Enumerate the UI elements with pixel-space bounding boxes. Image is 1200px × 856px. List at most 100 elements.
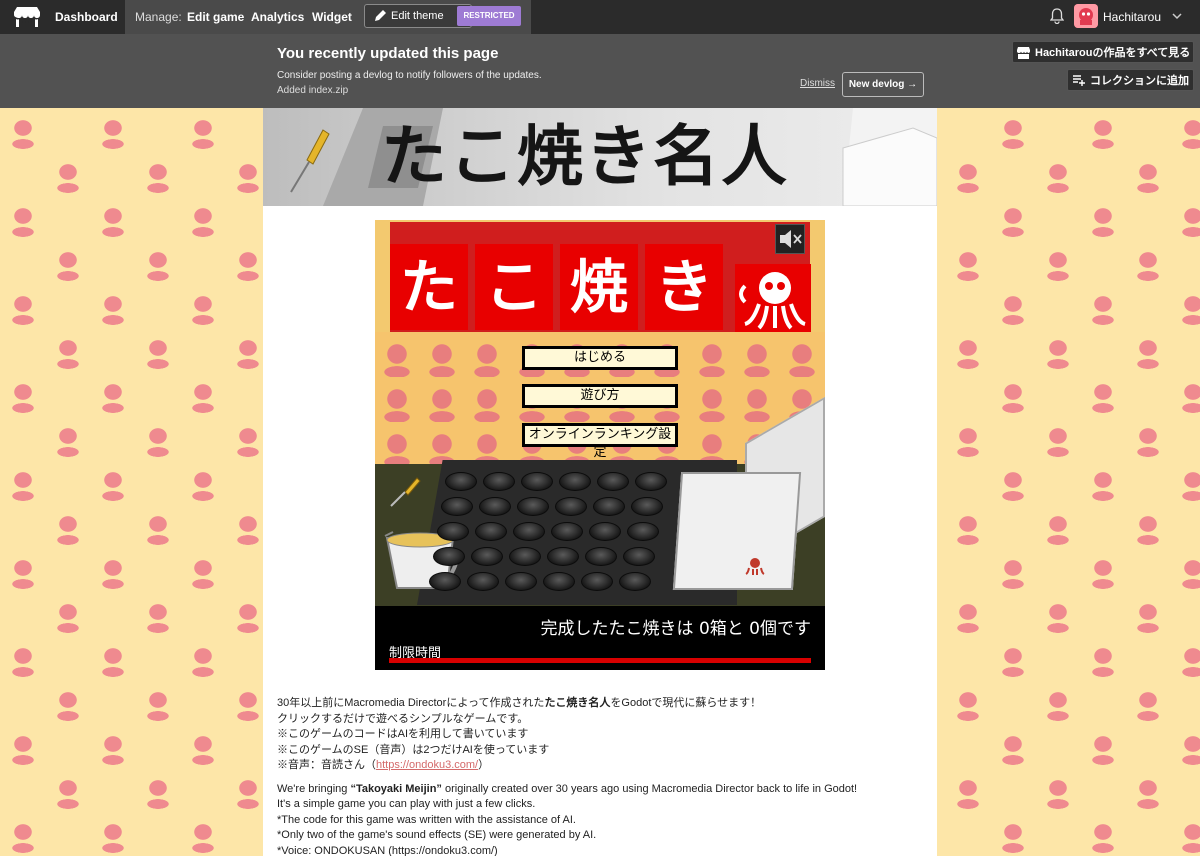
avatar[interactable] <box>1074 4 1098 28</box>
griddle-hole[interactable] <box>437 522 469 541</box>
griddle-hole[interactable] <box>623 547 655 566</box>
itchio-logo-icon[interactable] <box>14 7 40 27</box>
griddle-hole[interactable] <box>517 497 549 516</box>
griddle-hole[interactable] <box>551 522 583 541</box>
banner-title: たこ焼き名人 <box>381 117 789 195</box>
game-canvas[interactable]: た こ 焼 き はじめる 遊び方 オンラインランキング設定 完成したたこ焼きは … <box>375 220 825 670</box>
jp-line-2: クリックするだけで遊べるシンプルなゲームです。 <box>277 712 529 725</box>
griddle-hole[interactable] <box>589 522 621 541</box>
view-all-works-label: Hachitarouの作品をすべて見る <box>1035 47 1191 59</box>
jp-line-1-post: をGodotで現代に蘇らせます！ <box>610 697 762 709</box>
jp-game-title: たこ焼き名人 <box>544 697 611 709</box>
title-char-2: こ <box>475 244 553 330</box>
online-ranking-button[interactable]: オンラインランキング設定 <box>522 423 678 460</box>
dismiss-link[interactable]: Dismiss <box>800 78 835 89</box>
game-page-column: たこ焼き名人 た こ 焼 き はじめる 遊び方 オンラインランキング設定 完成し… <box>263 108 937 856</box>
itchio-logo-icon <box>1017 47 1030 59</box>
dashboard-link[interactable]: Dashboard <box>55 10 118 24</box>
restricted-badge: RESTRICTED <box>457 6 521 26</box>
bell-icon[interactable] <box>1050 8 1064 24</box>
griddle-hole[interactable] <box>547 547 579 566</box>
manage-label: Manage: <box>135 10 182 24</box>
griddle-hole[interactable] <box>619 572 651 591</box>
en-line-4: *Only two of the game's sound effects (S… <box>277 829 597 841</box>
edit-game-link[interactable]: Edit game <box>187 10 244 24</box>
edit-theme-label: Edit theme <box>391 10 444 22</box>
title-char-3: 焼 <box>560 244 638 330</box>
game-description: 30年以上前にMacromedia Directorによって作成されたたこ焼き名… <box>277 696 917 856</box>
view-all-works-button[interactable]: Hachitarouの作品をすべて見る <box>1012 41 1194 63</box>
chevron-down-icon[interactable] <box>1172 11 1182 21</box>
griddle-hole[interactable] <box>597 472 629 491</box>
widget-link[interactable]: Widget <box>312 10 352 24</box>
griddle-hole[interactable] <box>505 572 537 591</box>
griddle-hole[interactable] <box>433 547 465 566</box>
en-line-1-post: originally created over 30 years ago usi… <box>441 782 858 795</box>
griddle-hole[interactable] <box>483 472 515 491</box>
mute-button[interactable] <box>775 224 805 254</box>
jp-line-5-pre: ※音声：音読さん（ <box>277 759 376 771</box>
griddle-hole[interactable] <box>521 472 553 491</box>
notice-added-file: Added index.zip <box>277 85 349 96</box>
how-to-play-button[interactable]: 遊び方 <box>522 384 678 408</box>
pencil-icon <box>375 10 386 21</box>
edit-theme-button[interactable]: Edit theme <box>364 4 472 28</box>
griddle-hole[interactable] <box>479 497 511 516</box>
title-char-4: き <box>645 244 723 330</box>
description-japanese: 30年以上前にMacromedia Directorによって作成されたたこ焼き名… <box>277 696 917 774</box>
griddle-hole[interactable] <box>555 497 587 516</box>
takoyaki-box[interactable] <box>672 472 802 590</box>
griddle-hole[interactable] <box>627 522 659 541</box>
griddle-hole[interactable] <box>593 497 625 516</box>
en-line-2: It's a simple game you can play with jus… <box>277 798 536 810</box>
griddle-hole[interactable] <box>581 572 613 591</box>
game-status-panel: 完成したたこ焼きは 0箱と 0個です 制限時間 <box>375 606 825 670</box>
analytics-link[interactable]: Analytics <box>251 10 304 24</box>
start-button[interactable]: はじめる <box>522 346 678 370</box>
playlist-add-icon <box>1073 75 1085 86</box>
griddle-hole[interactable] <box>509 547 541 566</box>
jp-line-4: ※このゲームのSE（音声）は2つだけAIを使っています <box>277 743 550 756</box>
banner-box-shape <box>842 108 937 206</box>
en-line-1: We're bringing “Takoyaki Meijin” origina… <box>277 782 917 798</box>
ondoku-link[interactable]: https://ondoku3.com/ <box>376 759 478 771</box>
add-to-collection-button[interactable]: コレクションに追加 <box>1067 69 1194 91</box>
jp-line-1-pre: 30年以上前にMacromedia Directorによって作成された <box>277 697 545 709</box>
jp-line-1: 30年以上前にMacromedia Directorによって作成されたたこ焼き名… <box>277 696 917 712</box>
griddle-hole[interactable] <box>475 522 507 541</box>
griddle-hole[interactable] <box>441 497 473 516</box>
jp-line-5: ※音声：音読さん（https://ondoku3.com/） <box>277 758 917 774</box>
en-line-1-pre: We're bringing <box>277 782 351 795</box>
griddle-hole[interactable] <box>467 572 499 591</box>
griddle-hole[interactable] <box>631 497 663 516</box>
griddle-hole[interactable] <box>471 547 503 566</box>
griddle-hole[interactable] <box>635 472 667 491</box>
manage-group: Manage: Edit game Analytics Widget Edit … <box>125 0 531 34</box>
en-game-title: “Takoyaki Meijin” <box>350 782 442 795</box>
griddle-hole[interactable] <box>585 547 617 566</box>
octopus-mascot-icon <box>735 264 811 332</box>
griddle-hole[interactable] <box>513 522 545 541</box>
new-devlog-button[interactable]: New devlog → <box>842 72 924 97</box>
octopus-avatar-icon <box>1074 4 1098 28</box>
griddle-hole[interactable] <box>543 572 575 591</box>
en-line-3: *The code for this game was written with… <box>277 813 576 826</box>
griddle-hole[interactable] <box>559 472 591 491</box>
username[interactable]: Hachitarou <box>1103 10 1161 24</box>
speaker-muted-icon <box>780 230 802 248</box>
game-banner: たこ焼き名人 <box>263 108 937 206</box>
griddle-hole[interactable] <box>429 572 461 591</box>
takoyaki-count-text: 完成したたこ焼きは 0箱と 0個です <box>540 619 811 639</box>
box-octopus-icon <box>745 558 765 575</box>
admin-topbar: Dashboard Manage: Edit game Analytics Wi… <box>0 0 1200 34</box>
jp-line-3: ※このゲームのコードはAIを利用して書いています <box>277 728 529 740</box>
time-limit-bar <box>389 658 811 663</box>
title-char-1: た <box>390 244 468 330</box>
add-to-collection-label: コレクションに追加 <box>1090 75 1189 87</box>
en-line-5: *Voice: ONDOKUSAN (https://ondoku3.com/) <box>277 844 498 856</box>
notice-title: You recently updated this page <box>277 45 499 62</box>
pick-tool-icon[interactable] <box>387 476 421 510</box>
takoyaki-pick-icon <box>290 129 330 193</box>
notice-body: Consider posting a devlog to notify foll… <box>277 70 542 81</box>
griddle-hole[interactable] <box>445 472 477 491</box>
